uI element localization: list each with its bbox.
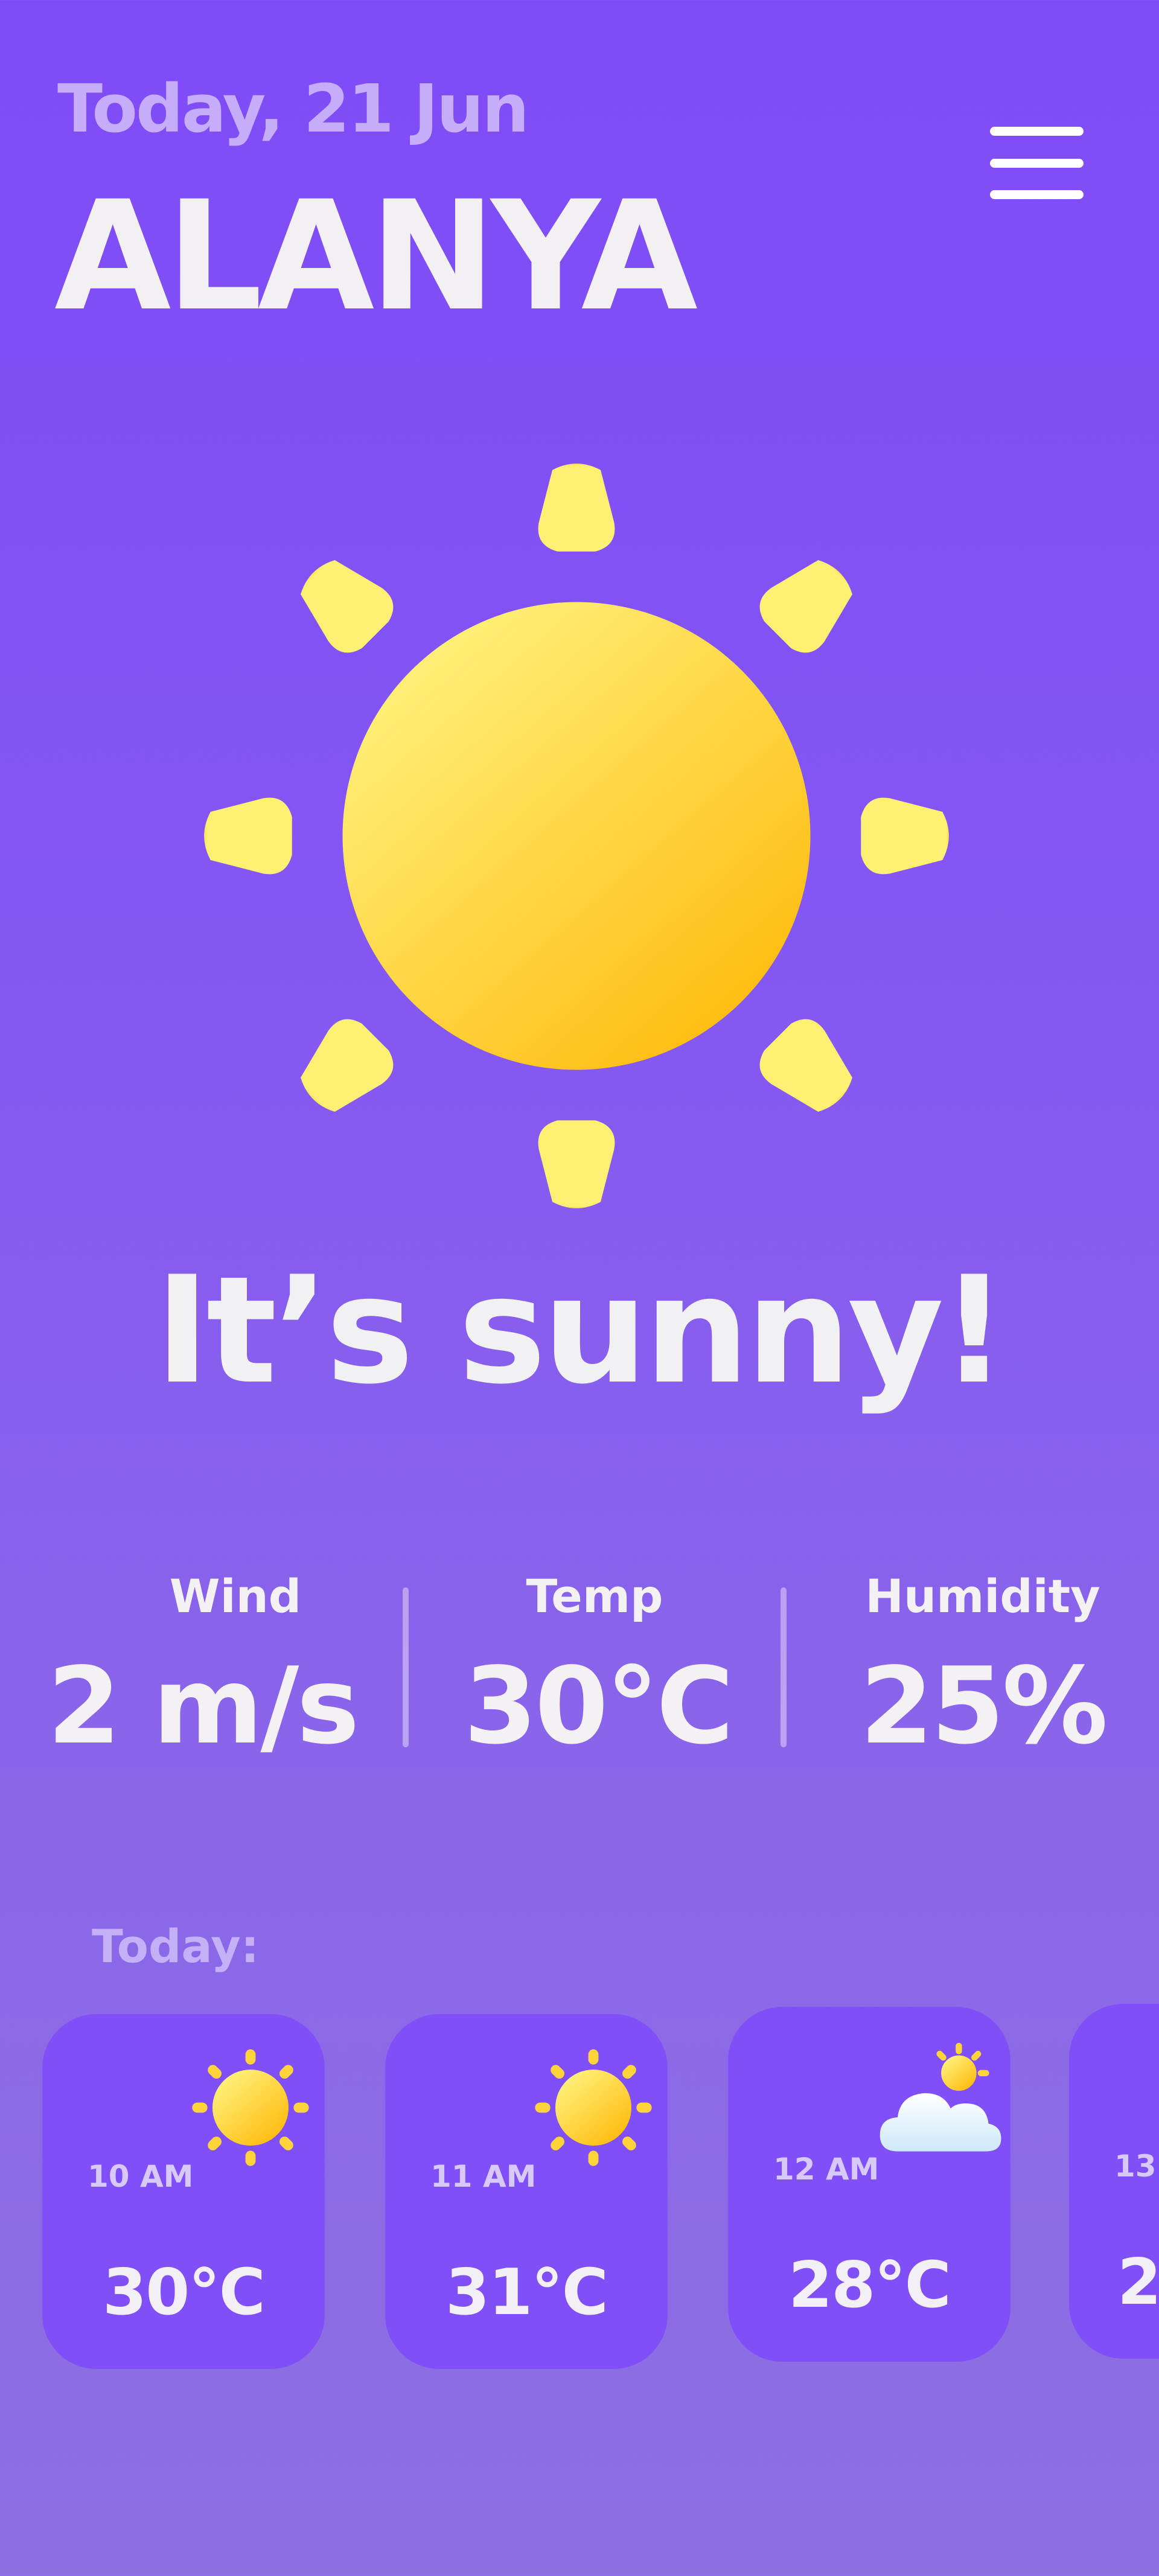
hourly-time: 12 AM bbox=[773, 2152, 880, 2187]
hourly-card[interactable]: 11 AM 31°C bbox=[385, 2014, 668, 2369]
hourly-temp: 28°C bbox=[788, 2248, 951, 2322]
hamburger-menu-icon-bar bbox=[990, 158, 1084, 168]
city-title: ALANYA bbox=[54, 168, 698, 344]
hourly-section-label: Today: bbox=[92, 1919, 260, 1973]
hamburger-menu-icon bbox=[990, 127, 1084, 136]
sun-icon bbox=[192, 2049, 309, 2166]
hourly-card[interactable]: 10 AM 30°C bbox=[42, 2014, 325, 2369]
hourly-card[interactable]: 13 AM 27°C bbox=[1069, 2004, 1159, 2359]
sun-icon bbox=[204, 464, 949, 1208]
hourly-card[interactable]: 12 AM 28°C bbox=[728, 2007, 1011, 2362]
date-label: Today, 21 Jun bbox=[57, 70, 529, 147]
humidity-label: Humidity bbox=[865, 1569, 1100, 1623]
weather-headline: It’s sunny! bbox=[155, 1245, 1008, 1417]
hourly-time: 11 AM bbox=[430, 2159, 537, 2194]
wind-label: Wind bbox=[169, 1569, 302, 1623]
hourly-time: 10 AM bbox=[88, 2159, 194, 2194]
hamburger-menu-icon-bar bbox=[990, 190, 1084, 199]
wind-value: 2 m/s bbox=[47, 1645, 359, 1768]
menu-button[interactable] bbox=[990, 121, 1087, 205]
sun-icon bbox=[535, 2049, 652, 2166]
temp-label: Temp bbox=[526, 1569, 663, 1623]
hourly-temp: 27°C bbox=[1117, 2245, 1159, 2319]
hourly-temp: 30°C bbox=[103, 2256, 266, 2329]
temp-value: 30°C bbox=[464, 1645, 733, 1768]
hourly-temp: 31°C bbox=[445, 2256, 608, 2329]
partly-cloudy-icon bbox=[880, 2042, 1001, 2152]
hourly-time: 13 AM bbox=[1114, 2149, 1159, 2184]
humidity-value: 25% bbox=[860, 1645, 1108, 1768]
